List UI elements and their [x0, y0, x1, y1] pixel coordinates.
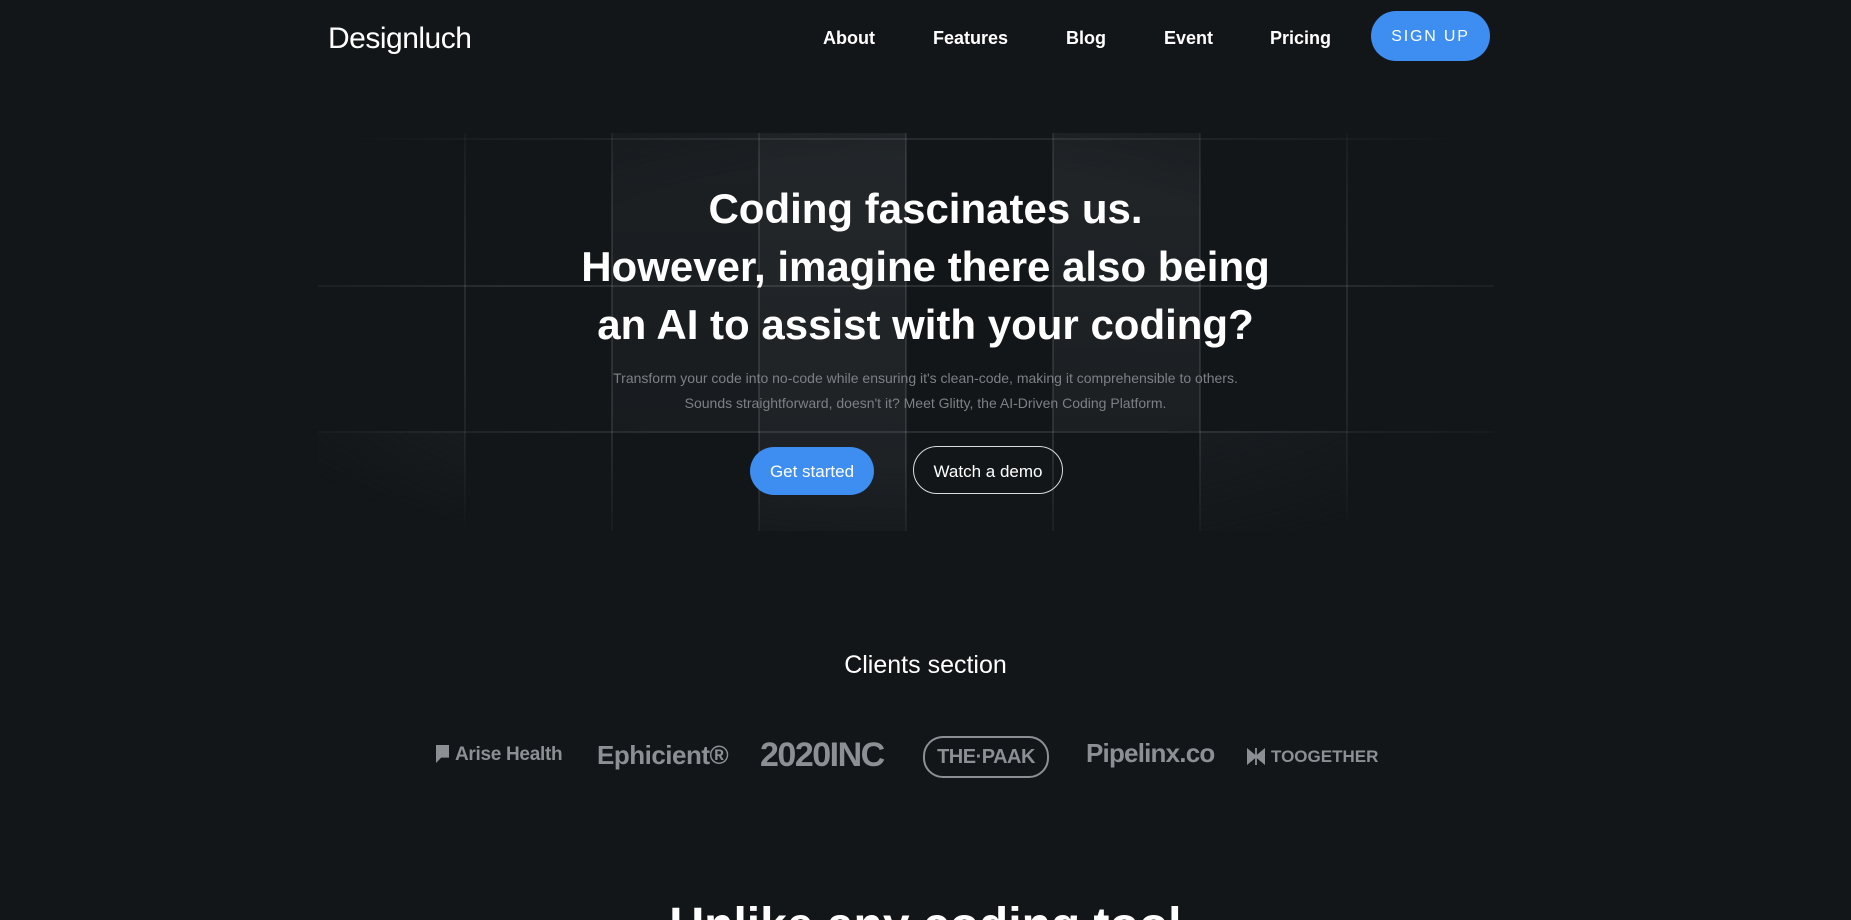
client-logo-pipelinx: Pipelinx.co: [1086, 738, 1215, 768]
landing-page: Designluch About Features Blog Event Pri…: [0, 0, 1851, 920]
client-logo-arise-health: Arise Health: [436, 744, 563, 766]
get-started-button[interactable]: Get started: [750, 447, 874, 495]
signup-button[interactable]: SIGN UP: [1371, 11, 1490, 61]
next-section-heading: Unlike any coding tool: [0, 898, 1851, 920]
clients-section-title: Clients section: [844, 651, 1007, 679]
watch-demo-button[interactable]: Watch a demo: [913, 446, 1063, 494]
nav-features[interactable]: Features: [933, 28, 1008, 49]
nav-event[interactable]: Event: [1164, 28, 1213, 49]
nav-pricing[interactable]: Pricing: [1270, 28, 1331, 49]
brand-logo[interactable]: Designluch: [328, 22, 472, 56]
hero-subtitle: Transform your code into no-code while e…: [0, 366, 1851, 416]
hero-headline: Coding fascinates us. However, imagine t…: [0, 180, 1851, 354]
grid-line: [318, 138, 1494, 140]
client-logo-text: TOOGETHER: [1271, 747, 1379, 766]
nav-blog[interactable]: Blog: [1066, 28, 1106, 49]
hero-headline-line: However, imagine there also being: [581, 243, 1270, 290]
client-logo-2020inc: 2020INC: [760, 736, 885, 774]
flag-icon: [436, 745, 449, 763]
client-logo-toogether: TOOGETHER: [1247, 747, 1378, 767]
client-logo-text: Arise Health: [455, 744, 563, 765]
hero-subtitle-line: Sounds straightforward, doesn't it? Meet…: [684, 395, 1167, 411]
bowtie-icon: [1247, 748, 1265, 765]
hero-headline-line: Coding fascinates us.: [708, 185, 1143, 232]
hero-headline-line: an AI to assist with your coding?: [597, 301, 1254, 348]
client-logo-ephicient: Ephicient®: [597, 740, 729, 770]
grid-cell: [318, 431, 465, 531]
grid-cell: [1200, 431, 1347, 531]
hero-subtitle-line: Transform your code into no-code while e…: [613, 370, 1238, 386]
nav-about[interactable]: About: [823, 28, 875, 49]
client-logo-the-paak: THE·PAAK: [923, 736, 1049, 778]
grid-line: [318, 431, 1494, 433]
